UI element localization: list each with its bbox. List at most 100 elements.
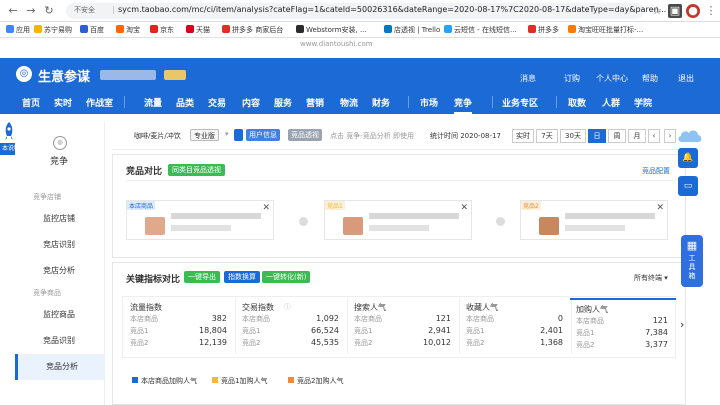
metric-column[interactable]: 加购人气 本店商品 121 竞品1 7,384 竞品2 3,377 bbox=[570, 298, 676, 354]
menu-icon[interactable]: ⋮ bbox=[704, 4, 718, 18]
edition-select[interactable]: 专业版 bbox=[190, 129, 219, 141]
nav-item[interactable]: 实时 bbox=[54, 96, 72, 109]
plugin-icon[interactable] bbox=[234, 129, 243, 141]
nav-item[interactable]: 内容 bbox=[242, 96, 260, 109]
bookmark-label: 淘宝 bbox=[126, 26, 140, 34]
metric-column[interactable]: 收藏人气 本店商品 0 竞品1 2,401 竞品2 1,368 bbox=[460, 298, 572, 354]
filter-toolbar: 咖啡/麦片/冲饮 专业版 ▾ 用户信息 竞品透视 点击 竞争-竞品分析 即使用 … bbox=[112, 122, 686, 150]
header-link[interactable]: 消息 bbox=[520, 73, 536, 84]
category-select[interactable]: 咖啡/麦片/冲饮 bbox=[134, 131, 181, 141]
sidebar-item[interactable]: 竞店识别 bbox=[15, 232, 105, 258]
nav-item[interactable]: 市场 bbox=[420, 96, 438, 109]
bookmark-item[interactable]: 苏宁易购 bbox=[34, 25, 72, 35]
sidebar-item[interactable]: 竞品分析 bbox=[15, 354, 105, 380]
nav-item[interactable]: 竞争 bbox=[454, 96, 473, 114]
metric-column[interactable]: 搜索人气 本店商品 121 竞品1 2,941 竞品2 10,012 bbox=[348, 298, 460, 354]
range-tab[interactable]: 实时 bbox=[512, 129, 534, 143]
legend-swatch bbox=[288, 377, 294, 383]
bookmark-item[interactable]: 应用 bbox=[6, 25, 30, 35]
nav-item[interactable]: 财务 bbox=[372, 96, 390, 109]
back-icon[interactable]: ← bbox=[6, 4, 20, 18]
cloud-icon[interactable] bbox=[676, 126, 704, 144]
perspective-category-button[interactable]: 同类目竞品透视 bbox=[168, 164, 225, 176]
bookmark-item[interactable]: 店透视 | Trello bbox=[384, 25, 440, 35]
config-link[interactable]: 竞品配置 bbox=[642, 166, 670, 176]
perspective-button[interactable]: 竞品透视 bbox=[288, 129, 322, 141]
url-text[interactable]: sycm.taobao.com/mc/ci/item/analysis?cate… bbox=[118, 5, 666, 14]
terminal-select[interactable]: 所有终端 ▾ bbox=[634, 273, 668, 283]
range-tab[interactable]: 30天 bbox=[560, 129, 586, 143]
nav-item[interactable]: 品类 bbox=[176, 96, 194, 109]
bell-icon[interactable]: 🔔 bbox=[678, 148, 698, 168]
nav-item[interactable]: 业务专区 bbox=[502, 96, 538, 109]
close-icon[interactable]: ✕ bbox=[262, 203, 270, 213]
nav-item[interactable]: 取数 bbox=[568, 96, 586, 109]
kpi-action-button[interactable]: 一键转化(新) bbox=[262, 271, 311, 283]
rocket-icon[interactable] bbox=[2, 122, 16, 142]
header-link[interactable]: 退出 bbox=[678, 73, 694, 84]
nav-item[interactable]: 物流 bbox=[340, 96, 358, 109]
metric-column[interactable]: 流量指数 本店商品 382 竞品1 18,804 竞品2 12,139 bbox=[124, 298, 236, 354]
nav-item[interactable]: 作战室 bbox=[86, 96, 113, 109]
legend-label: 竞品2加购人气 bbox=[297, 377, 344, 385]
compare-slot[interactable]: 竞品2 ✕ bbox=[520, 200, 668, 240]
forward-icon[interactable]: → bbox=[24, 4, 38, 18]
compare-slot[interactable]: 本店商品 ✕ bbox=[126, 200, 274, 240]
header-link[interactable]: 个人中心 bbox=[596, 73, 628, 84]
nav-item[interactable]: 学院 bbox=[634, 96, 652, 109]
profile-icon[interactable]: ● bbox=[686, 4, 700, 18]
security-label[interactable]: 不安全 bbox=[74, 5, 95, 15]
nav-item[interactable]: 流量 bbox=[144, 96, 162, 109]
info-icon[interactable]: ⓘ bbox=[284, 302, 291, 312]
metric-column[interactable]: 交易指数 ⓘ 本店商品 1,092 竞品1 66,524 竞品2 45,535 bbox=[236, 298, 348, 354]
sidebar-item-label: 监控商品 bbox=[43, 310, 75, 319]
user-info-button[interactable]: 用户信息 bbox=[246, 129, 280, 141]
bookmark-item[interactable]: 百度 bbox=[80, 25, 104, 35]
bookmark-item[interactable]: 拼多多 bbox=[528, 25, 559, 35]
legend-swatch bbox=[132, 377, 138, 383]
nav-item[interactable]: 首页 bbox=[22, 96, 40, 109]
reload-icon[interactable]: ↻ bbox=[42, 4, 56, 18]
kpi-action-button[interactable]: 一键导出 bbox=[184, 271, 220, 283]
header-link[interactable]: 帮助 bbox=[642, 73, 658, 84]
chat-icon[interactable]: ▭ bbox=[678, 176, 698, 196]
close-icon[interactable]: ✕ bbox=[460, 203, 468, 213]
sidebar-title: 竞争 bbox=[50, 157, 69, 167]
nav-item[interactable]: 人群 bbox=[602, 96, 620, 109]
bookmark-item[interactable]: 淘宝旺旺批量打标-... bbox=[568, 25, 643, 35]
chevron-down-icon[interactable]: ▾ bbox=[225, 130, 229, 138]
metric-name: 加购人气 bbox=[576, 305, 608, 314]
prev-day-button[interactable]: ‹ bbox=[648, 129, 660, 143]
brand-title[interactable]: 生意参谋 bbox=[38, 66, 90, 85]
range-tab[interactable]: 周 bbox=[608, 129, 626, 143]
nav-item[interactable]: 营销 bbox=[306, 96, 324, 109]
nav-item[interactable]: 服务 bbox=[274, 96, 292, 109]
extension-icon[interactable]: ▣ bbox=[668, 4, 682, 18]
metric-row-label: 竞品2 bbox=[576, 341, 595, 349]
sidebar-item[interactable]: 监控商品 bbox=[15, 302, 105, 328]
next-day-button[interactable]: › bbox=[664, 129, 676, 143]
bookmark-item[interactable]: 云短信 - 在线短信... bbox=[444, 25, 517, 35]
nav-item[interactable]: 交易 bbox=[208, 96, 226, 109]
sidebar-item[interactable]: 竞店分析 bbox=[15, 258, 105, 284]
toolbox-button[interactable]: ▦ 工具箱 bbox=[681, 235, 703, 287]
bookmark-item[interactable]: 京东 bbox=[150, 25, 174, 35]
compare-slot[interactable]: 竞品1 ✕ bbox=[324, 200, 472, 240]
bookmark-item[interactable]: 拼多多 商家后台 bbox=[222, 25, 283, 35]
range-tab[interactable]: 7天 bbox=[536, 129, 558, 143]
range-tab[interactable]: 日 bbox=[588, 129, 606, 143]
kpi-title: 关键指标对比 bbox=[126, 275, 181, 285]
close-icon[interactable]: ✕ bbox=[656, 203, 664, 213]
url-input[interactable]: 不安全 | sycm.taobao.com/mc/ci/item/analysi… bbox=[66, 3, 666, 19]
next-metric-arrow[interactable]: › bbox=[680, 318, 684, 331]
star-icon[interactable]: ☆ bbox=[650, 4, 664, 18]
bookmark-item[interactable]: Webstorm安装, ... bbox=[296, 25, 367, 35]
header-link[interactable]: 订购 bbox=[564, 73, 580, 84]
sidebar-item[interactable]: 监控店铺 bbox=[15, 206, 105, 232]
kpi-action-button[interactable]: 指数换算 bbox=[224, 271, 260, 283]
bookmark-item[interactable]: 天猫 bbox=[186, 25, 210, 35]
metric-row-label: 竞品1 bbox=[466, 327, 485, 335]
bookmark-item[interactable]: 淘宝 bbox=[116, 25, 140, 35]
range-tab[interactable]: 月 bbox=[628, 129, 646, 143]
sidebar-item[interactable]: 竞品识别 bbox=[15, 328, 105, 354]
